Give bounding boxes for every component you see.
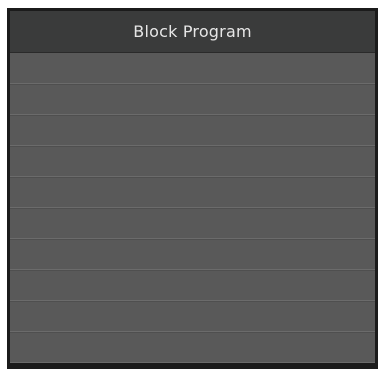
- list-item[interactable]: [10, 115, 375, 146]
- block-program-screen: Block Program: [7, 8, 378, 369]
- list-item[interactable]: [10, 146, 375, 177]
- list-item[interactable]: [10, 208, 375, 239]
- list-item[interactable]: [10, 177, 375, 208]
- page-title: Block Program: [133, 22, 252, 41]
- list-item[interactable]: [10, 332, 375, 363]
- program-list: [10, 53, 375, 363]
- list-item[interactable]: [10, 239, 375, 270]
- list-item[interactable]: [10, 84, 375, 115]
- list-item[interactable]: [10, 270, 375, 301]
- list-item[interactable]: [10, 53, 375, 84]
- list-item[interactable]: [10, 301, 375, 332]
- title-bar: Block Program: [10, 11, 375, 53]
